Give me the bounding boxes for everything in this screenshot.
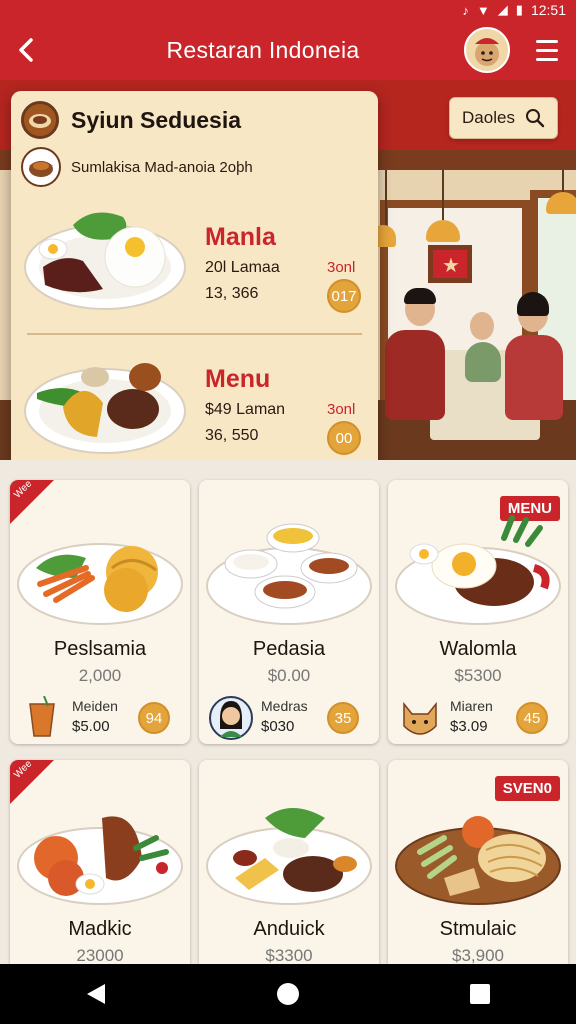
signal-icon: ◢ xyxy=(497,2,508,17)
person-avatar-icon xyxy=(209,696,253,740)
nav-recents-button[interactable] xyxy=(450,964,510,1024)
system-nav-bar xyxy=(0,964,576,1024)
card-name: Madkic xyxy=(68,918,132,940)
card-badge[interactable]: 94 xyxy=(138,702,170,734)
vegetable-plate-illustration xyxy=(17,543,183,625)
fried-rice-plate-illustration xyxy=(395,515,561,625)
card-price: 23000 xyxy=(76,946,124,965)
popup-item[interactable]: Menu $49 Laman 36, 550 3onl 00 xyxy=(11,337,378,467)
card-price: $5300 xyxy=(454,666,502,685)
wifi-icon: ▼ xyxy=(476,2,490,18)
status-time: 12:51 xyxy=(530,2,566,18)
tumpeng-plate-illustration xyxy=(24,363,186,454)
back-button[interactable] xyxy=(0,20,52,80)
card-price: $3,900 xyxy=(452,946,504,965)
cat-mascot-icon xyxy=(398,696,442,740)
card-foot-price: $5.00 xyxy=(72,718,110,735)
menu-card[interactable]: MENU Walomla $5300 Miaren $3.09 45 xyxy=(388,480,568,744)
menu-card[interactable]: Wee Peslsamia 2,000 Meiden $5.00 94 xyxy=(10,480,190,744)
search-chip-label: Daoles xyxy=(462,108,515,127)
rice-plate-illustration xyxy=(24,212,186,310)
card-badge[interactable]: 35 xyxy=(327,702,359,734)
food-bowl-icon xyxy=(21,147,61,187)
soup-bowls-illustration xyxy=(206,523,372,625)
popup-item-line2: 36, 550 xyxy=(205,427,259,444)
card-name: Anduick xyxy=(253,918,325,940)
square-recents-icon xyxy=(470,984,490,1004)
search-chip[interactable]: Daoles xyxy=(449,97,558,139)
noodle-board-illustration xyxy=(395,816,561,905)
mixed-plate-illustration xyxy=(206,808,372,905)
card-price: 2,000 xyxy=(78,666,122,685)
card-badge[interactable]: 45 xyxy=(516,702,548,734)
card-price: $0.00 xyxy=(267,666,311,685)
dish-logo-icon xyxy=(21,101,59,139)
battery-icon: ▮ xyxy=(515,2,523,17)
popup-subtitle: Sumlakisa Mad-anoia 2oþh xyxy=(71,158,253,176)
popup-item-badge[interactable]: 00 xyxy=(327,421,361,455)
popup-item-qty: 3onl xyxy=(327,401,356,418)
card-foot-price: $3.09 xyxy=(450,718,488,735)
app-bar: Restaran Indoneia xyxy=(0,20,576,80)
iced-tea-icon xyxy=(20,696,64,740)
card-name: Pedasia xyxy=(252,638,326,660)
menu-card[interactable]: Anduick $3300 xyxy=(199,760,379,970)
popup-item-line2: 13, 366 xyxy=(205,285,259,302)
popup-divider xyxy=(27,333,362,335)
popup-item-line1: $49 Laman xyxy=(205,401,286,418)
popup-item-name: Menu xyxy=(205,365,271,393)
triangle-back-icon xyxy=(87,984,105,1004)
popup-item[interactable]: Manla 20l Lamaa 13, 366 3onl 017 xyxy=(11,195,378,325)
music-icon: ♪ xyxy=(462,2,469,18)
menu-card[interactable]: Wee Madkic 23000 xyxy=(10,760,190,970)
page-title: Restaran Indoneia xyxy=(166,36,360,63)
search-icon xyxy=(525,109,545,128)
card-price: $3300 xyxy=(265,946,313,965)
card-foot-label: Miaren xyxy=(450,698,493,714)
featured-popup-card[interactable]: Syiun Seduesia Sumlakisa Mad-anoia 2oþh … xyxy=(11,91,378,483)
menu-card[interactable]: Pedasia $0.00 Medras $030 35 xyxy=(199,480,379,744)
card-name: Stmulaic xyxy=(439,918,517,940)
hamburger-menu-button[interactable] xyxy=(524,20,570,80)
popup-title: Syiun Seduesia xyxy=(71,106,242,133)
popup-item-badge[interactable]: 017 xyxy=(327,279,361,313)
back-arrow-icon xyxy=(19,38,33,62)
card-foot-price: $030 xyxy=(261,718,295,735)
card-name: Walomla xyxy=(439,638,517,660)
menu-card[interactable]: SVEN0 Stmulaic $3,900 xyxy=(388,760,568,970)
card-name: Peslsamia xyxy=(53,638,147,660)
status-bar: ♪ ▼ ◢ ▮ 12:51 xyxy=(0,0,576,20)
nav-back-button[interactable] xyxy=(66,964,126,1024)
profile-avatar[interactable] xyxy=(464,27,510,73)
chef-mascot-icon xyxy=(475,38,499,66)
popup-item-line1: 20l Lamaa xyxy=(205,259,280,276)
card-foot-label: Meiden xyxy=(72,698,118,714)
star-frame-decoration xyxy=(428,245,472,283)
card-foot-label: Medras xyxy=(261,698,308,714)
roast-chicken-plate-illustration xyxy=(17,816,183,905)
popup-item-name: Manla xyxy=(205,223,276,251)
popup-item-qty: 3onl xyxy=(327,259,356,276)
nav-home-button[interactable] xyxy=(258,964,318,1024)
circle-home-icon xyxy=(277,983,299,1005)
